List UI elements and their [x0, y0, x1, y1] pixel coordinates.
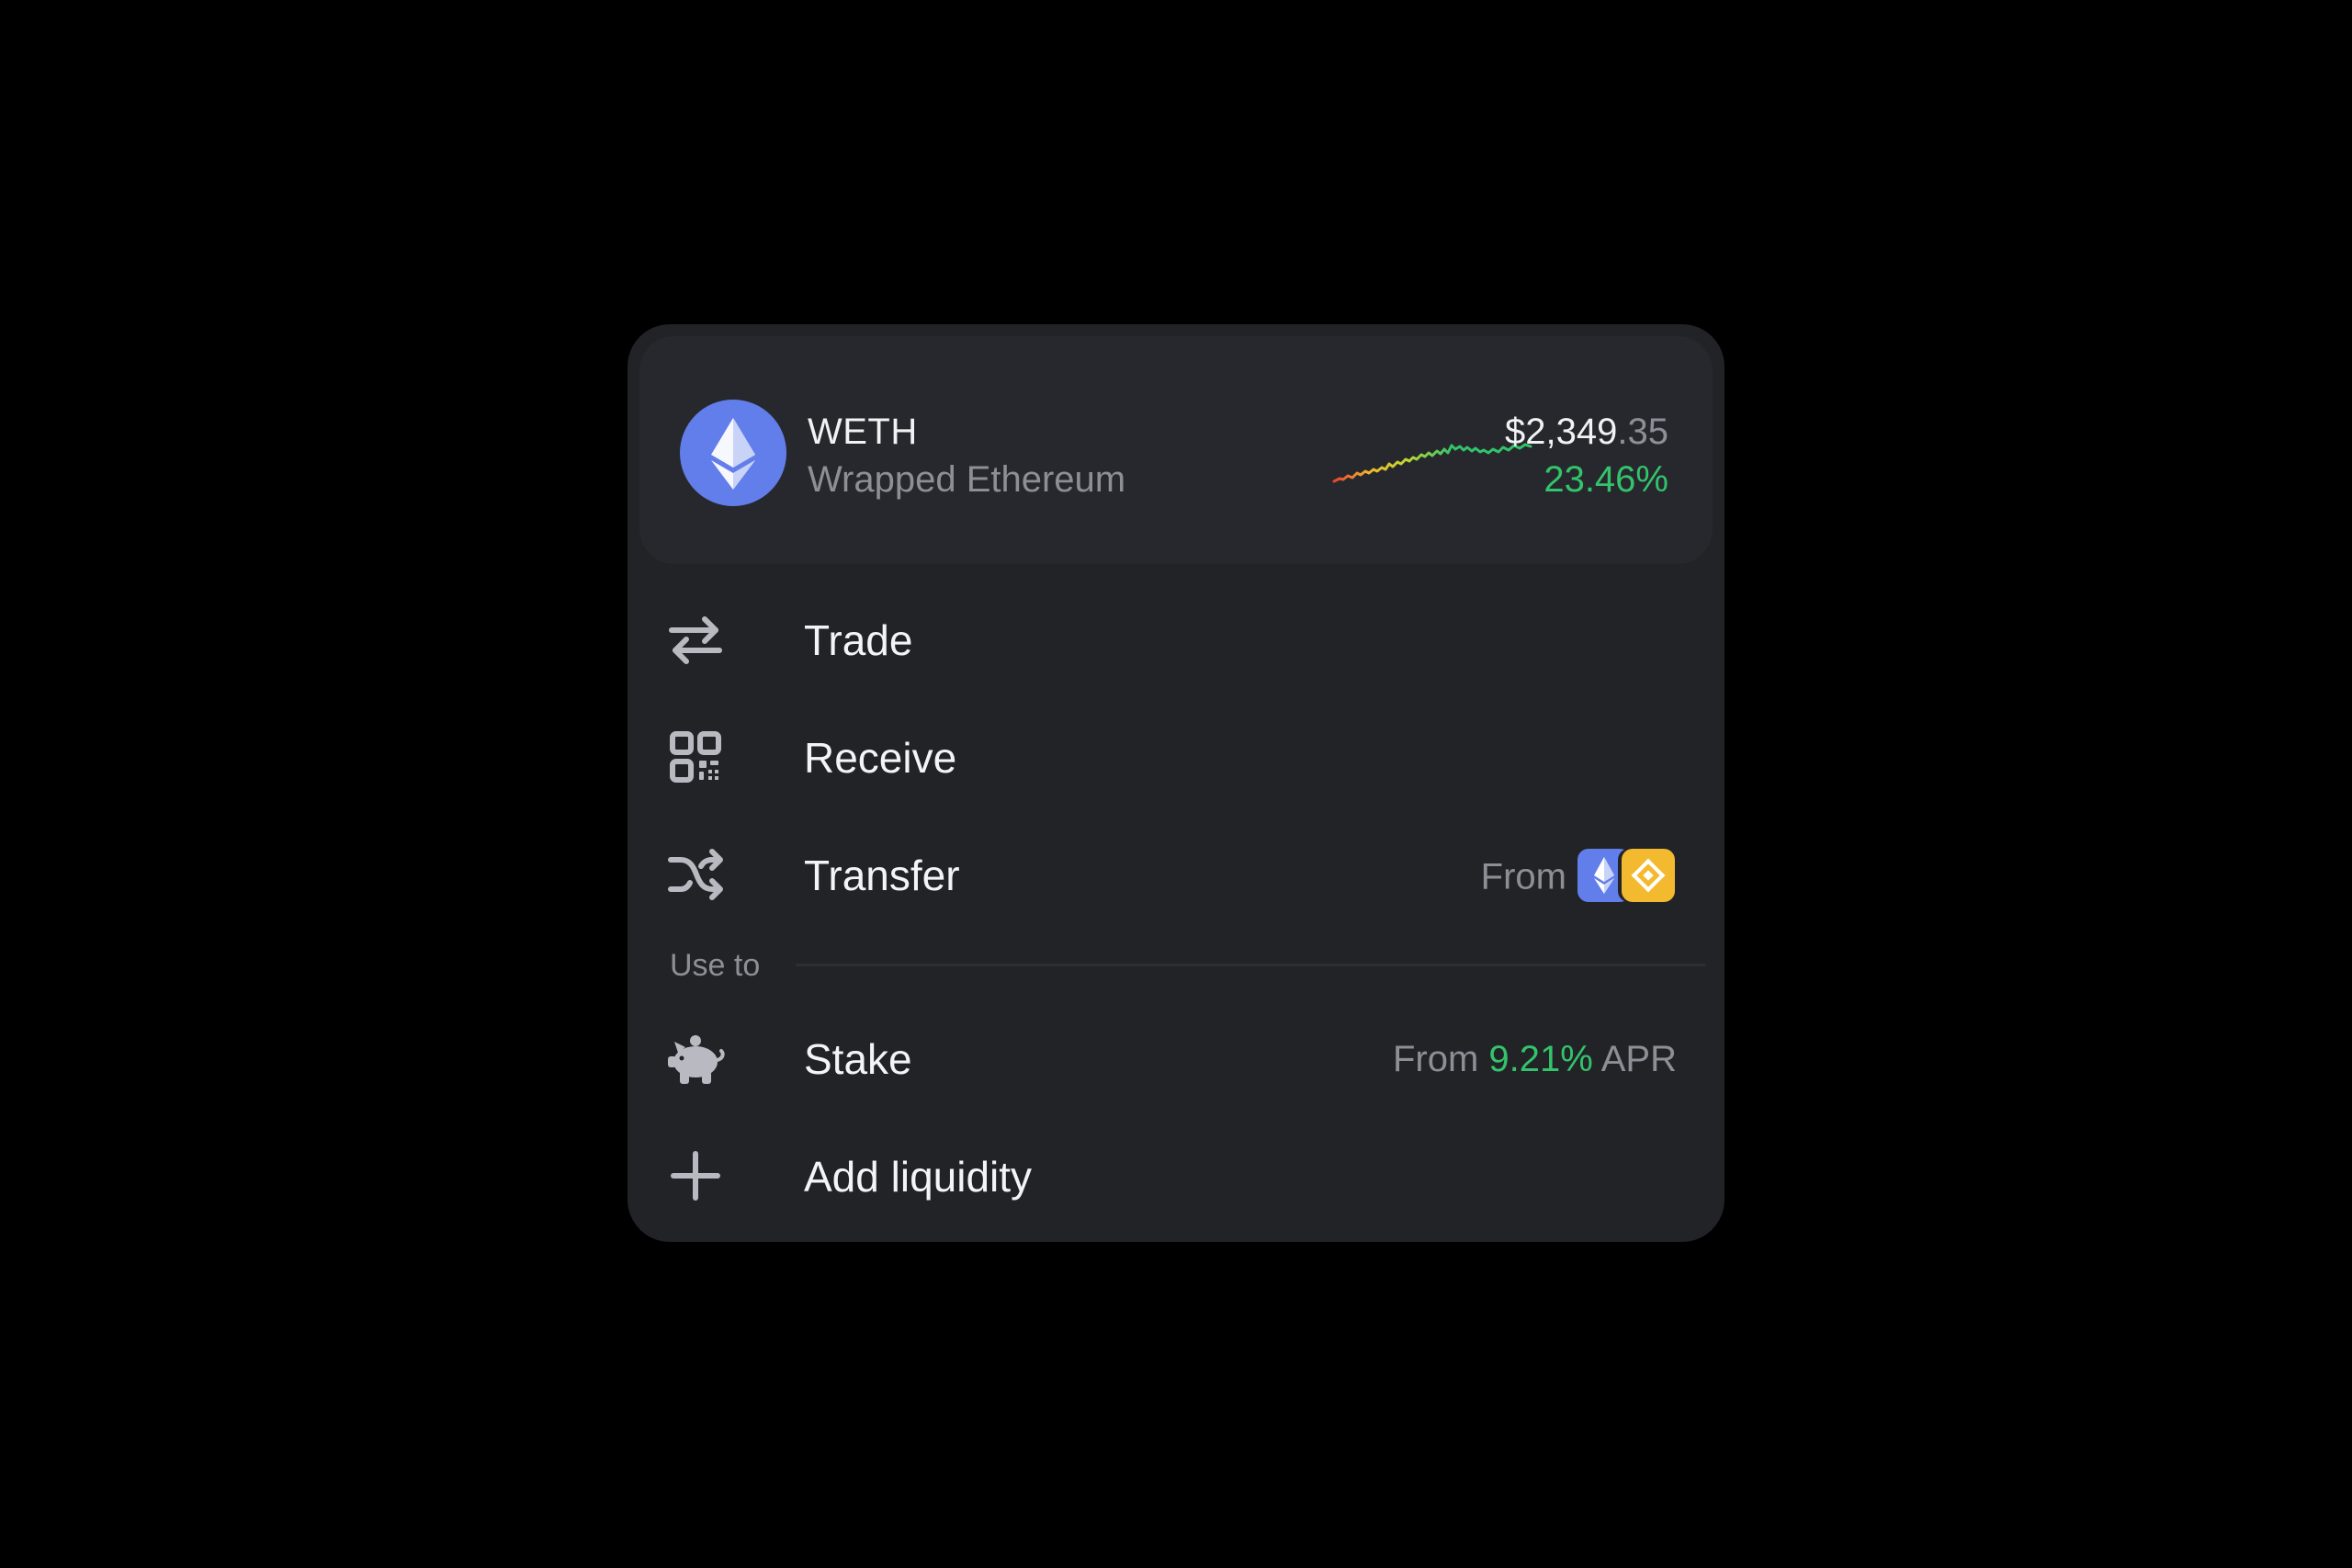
- qr-code-icon: [670, 731, 721, 783]
- receive-label: Receive: [804, 734, 957, 782]
- transfer-from-label: From: [1480, 856, 1566, 897]
- apr-suffix: APR: [1600, 1039, 1677, 1079]
- price-main: $2,349: [1505, 412, 1618, 452]
- chain-badges: [1577, 849, 1677, 902]
- section-divider: [796, 964, 1705, 966]
- token-price: $2,349.35: [1505, 412, 1668, 452]
- ethereum-icon: [680, 400, 786, 506]
- swap-arrows-icon: [669, 616, 722, 664]
- transfer-meta: From: [1480, 849, 1677, 906]
- add-liquidity-label: Add liquidity: [804, 1153, 1033, 1201]
- token-actions-card: WETH Wrapped Ethereum $2,349.35 23.46% T…: [628, 324, 1724, 1242]
- stake-label: Stake: [804, 1035, 912, 1083]
- use-to-section-label: Use to: [670, 948, 761, 983]
- shuffle-icon: [668, 849, 723, 900]
- stake-from-label: From: [1392, 1039, 1479, 1079]
- plus-icon: [671, 1151, 720, 1201]
- transfer-label: Transfer: [804, 852, 960, 899]
- price-cents: .35: [1617, 412, 1668, 452]
- token-symbol: WETH: [808, 412, 918, 452]
- bnb-icon: [1622, 849, 1675, 902]
- add-liquidity-action[interactable]: Add liquidity: [666, 1139, 1686, 1213]
- token-name: Wrapped Ethereum: [808, 459, 1126, 500]
- apr-value: 9.21%: [1488, 1039, 1593, 1079]
- transfer-action[interactable]: Transfer From: [666, 838, 1686, 911]
- stake-action[interactable]: Stake From 9.21% APR: [666, 1021, 1686, 1095]
- price-sparkline: [1332, 443, 1532, 483]
- trade-label: Trade: [804, 616, 913, 664]
- receive-action[interactable]: Receive: [666, 720, 1686, 794]
- stake-meta: From 9.21% APR: [1393, 1036, 1677, 1082]
- piggy-bank-icon: [668, 1035, 725, 1084]
- trade-action[interactable]: Trade: [666, 603, 1686, 676]
- price-change: 23.46%: [1544, 459, 1668, 500]
- token-header[interactable]: WETH Wrapped Ethereum $2,349.35 23.46%: [639, 336, 1713, 564]
